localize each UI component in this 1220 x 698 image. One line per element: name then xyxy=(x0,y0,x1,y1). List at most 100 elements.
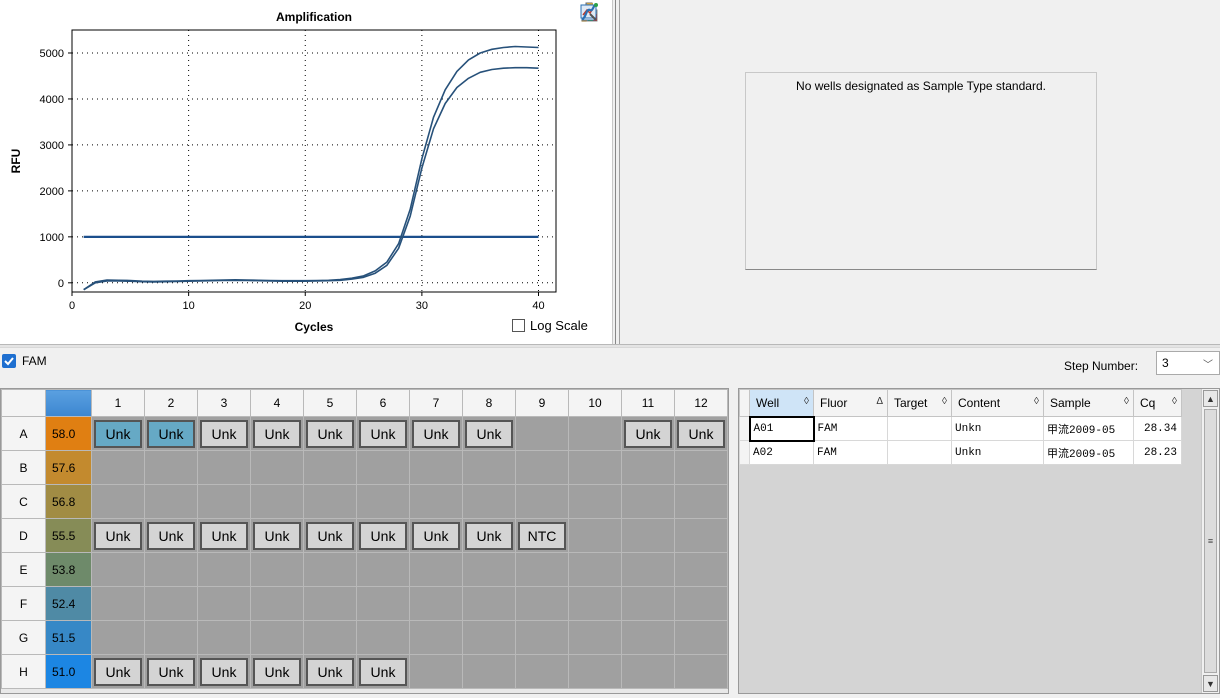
column-header-12[interactable]: 12 xyxy=(674,389,728,417)
well-H3[interactable]: Unk xyxy=(197,654,251,689)
well-F12[interactable] xyxy=(674,586,728,621)
well-G12[interactable] xyxy=(674,620,728,655)
well-F10[interactable] xyxy=(568,586,622,621)
row-header-C[interactable]: C xyxy=(1,484,46,519)
row-header-D[interactable]: D xyxy=(1,518,46,553)
sort-icon[interactable]: ◊ xyxy=(1172,396,1177,407)
column-header-8[interactable]: 8 xyxy=(462,389,516,417)
well-C7[interactable] xyxy=(409,484,463,519)
log-scale-toggle[interactable]: Log Scale xyxy=(512,318,588,333)
well-content-A6[interactable]: Unk xyxy=(359,419,407,448)
well-D12[interactable] xyxy=(674,518,728,553)
scroll-up-icon[interactable]: ▲ xyxy=(1203,390,1218,407)
row-selector[interactable] xyxy=(739,416,750,441)
column-header-well[interactable]: Well ◊ xyxy=(749,389,814,417)
well-B2[interactable] xyxy=(144,450,198,485)
cell-content[interactable]: Unkn xyxy=(951,440,1044,465)
well-content-H2[interactable]: Unk xyxy=(147,657,195,686)
well-G8[interactable] xyxy=(462,620,516,655)
well-D11[interactable] xyxy=(621,518,675,553)
well-A12[interactable]: Unk xyxy=(674,416,728,451)
well-H1[interactable]: Unk xyxy=(91,654,145,689)
column-header-7[interactable]: 7 xyxy=(409,389,463,417)
well-content-A1[interactable]: Unk xyxy=(94,419,142,448)
well-A6[interactable]: Unk xyxy=(356,416,410,451)
scroll-down-icon[interactable]: ▼ xyxy=(1203,675,1218,692)
sort-icon[interactable]: ◊ xyxy=(942,396,947,407)
well-E12[interactable] xyxy=(674,552,728,587)
column-header-3[interactable]: 3 xyxy=(197,389,251,417)
chart-options-icon[interactable] xyxy=(580,3,602,53)
well-content-A8[interactable]: Unk xyxy=(465,419,513,448)
well-H7[interactable] xyxy=(409,654,463,689)
cell-fluor[interactable]: FAM xyxy=(813,440,888,465)
cell-fluor[interactable]: FAM xyxy=(813,416,888,441)
well-H4[interactable]: Unk xyxy=(250,654,304,689)
well-content-D2[interactable]: Unk xyxy=(147,521,195,550)
well-B11[interactable] xyxy=(621,450,675,485)
well-G3[interactable] xyxy=(197,620,251,655)
well-content-A12[interactable]: Unk xyxy=(677,419,725,448)
well-A1[interactable]: Unk xyxy=(91,416,145,451)
well-A10[interactable] xyxy=(568,416,622,451)
cell-target[interactable] xyxy=(887,416,952,441)
well-G5[interactable] xyxy=(303,620,357,655)
well-H10[interactable] xyxy=(568,654,622,689)
column-header-1[interactable]: 1 xyxy=(91,389,145,417)
well-A11[interactable]: Unk xyxy=(621,416,675,451)
well-H6[interactable]: Unk xyxy=(356,654,410,689)
cell-well[interactable]: A01 xyxy=(748,415,815,442)
well-F4[interactable] xyxy=(250,586,304,621)
column-header-6[interactable]: 6 xyxy=(356,389,410,417)
well-G2[interactable] xyxy=(144,620,198,655)
well-F5[interactable] xyxy=(303,586,357,621)
well-G10[interactable] xyxy=(568,620,622,655)
well-B8[interactable] xyxy=(462,450,516,485)
plate-corner-header[interactable] xyxy=(1,389,46,417)
sort-icon[interactable]: ◊ xyxy=(804,396,809,407)
well-H5[interactable]: Unk xyxy=(303,654,357,689)
cell-well[interactable]: A02 xyxy=(749,440,814,465)
well-F11[interactable] xyxy=(621,586,675,621)
well-A4[interactable]: Unk xyxy=(250,416,304,451)
cell-cq[interactable]: 28.34 xyxy=(1133,416,1182,441)
cell-target[interactable] xyxy=(887,440,952,465)
well-C9[interactable] xyxy=(515,484,569,519)
well-E6[interactable] xyxy=(356,552,410,587)
well-A9[interactable] xyxy=(515,416,569,451)
well-C5[interactable] xyxy=(303,484,357,519)
column-header-content[interactable]: Content ◊ xyxy=(951,389,1044,417)
well-H8[interactable] xyxy=(462,654,516,689)
well-D4[interactable]: Unk xyxy=(250,518,304,553)
well-D10[interactable] xyxy=(568,518,622,553)
well-content-D7[interactable]: Unk xyxy=(412,521,460,550)
well-C6[interactable] xyxy=(356,484,410,519)
well-D7[interactable]: Unk xyxy=(409,518,463,553)
cell-sample[interactable]: 甲流2009-05 xyxy=(1043,416,1134,441)
well-content-D8[interactable]: Unk xyxy=(465,521,513,550)
well-content-D1[interactable]: Unk xyxy=(94,521,142,550)
well-C8[interactable] xyxy=(462,484,516,519)
well-content-H4[interactable]: Unk xyxy=(253,657,301,686)
well-content-A11[interactable]: Unk xyxy=(624,419,672,448)
step-number-select[interactable]: 3 ﹀ xyxy=(1156,351,1220,375)
amplification-chart[interactable]: 0 10 20 30 40 0 1000 2000 3000 4000 5000 Amplificat… xyxy=(0,0,580,344)
well-E10[interactable] xyxy=(568,552,622,587)
curve-fit-icon[interactable] xyxy=(580,3,602,140)
well-B9[interactable] xyxy=(515,450,569,485)
vertical-splitter[interactable] xyxy=(612,0,620,344)
well-E5[interactable] xyxy=(303,552,357,587)
well-G9[interactable] xyxy=(515,620,569,655)
well-C3[interactable] xyxy=(197,484,251,519)
cell-sample[interactable]: 甲流2009-05 xyxy=(1043,440,1134,465)
well-H11[interactable] xyxy=(621,654,675,689)
well-content-A5[interactable]: Unk xyxy=(306,419,354,448)
well-F1[interactable] xyxy=(91,586,145,621)
column-header-sample[interactable]: Sample ◊ xyxy=(1043,389,1134,417)
well-H12[interactable] xyxy=(674,654,728,689)
well-E8[interactable] xyxy=(462,552,516,587)
well-B10[interactable] xyxy=(568,450,622,485)
log-scale-checkbox[interactable] xyxy=(512,319,525,332)
table-row[interactable]: A01 FAM Unkn 甲流2009-05 28.34 xyxy=(739,415,1182,442)
well-content-A4[interactable]: Unk xyxy=(253,419,301,448)
